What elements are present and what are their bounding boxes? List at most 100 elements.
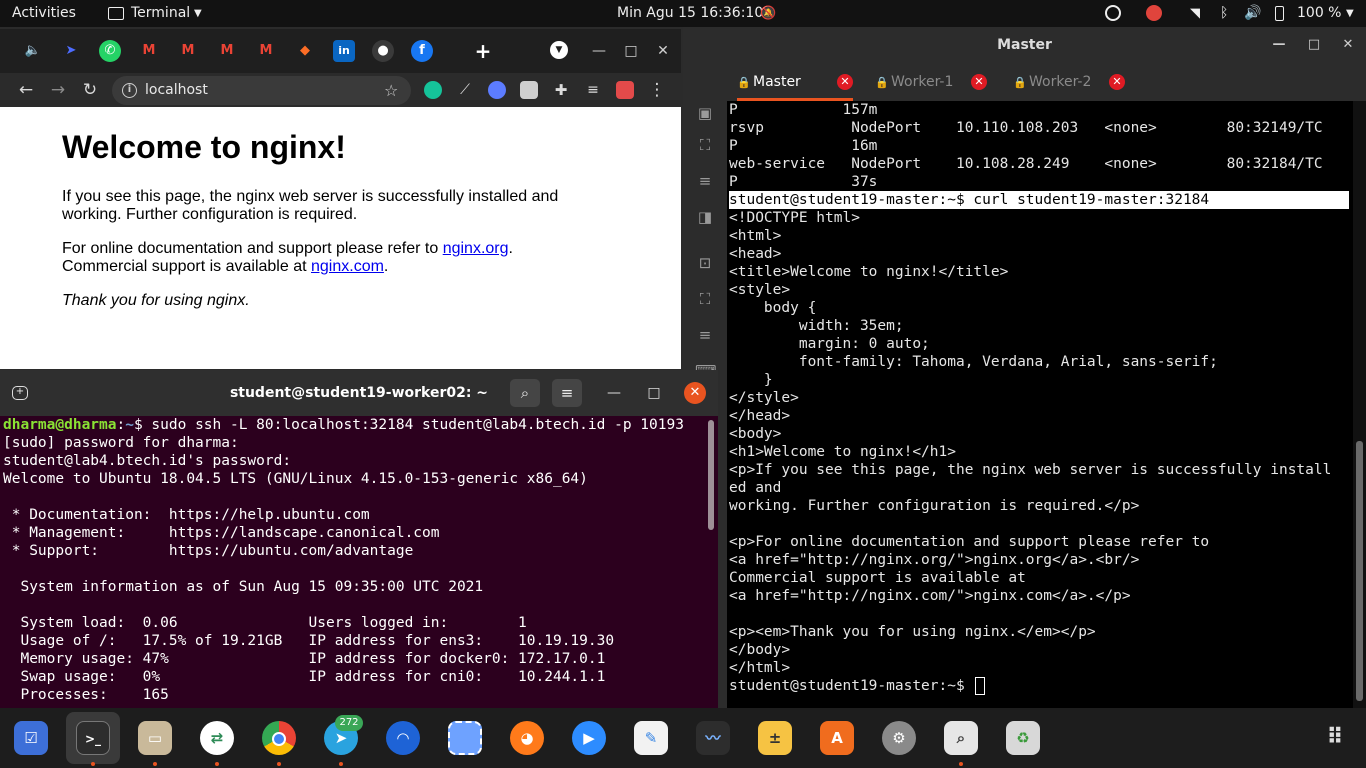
bluetooth-icon[interactable]: ᛒ: [1220, 0, 1228, 27]
gmail-tab-icon[interactable]: M: [138, 40, 160, 62]
close-button[interactable]: ✕: [652, 40, 674, 62]
menu-icon[interactable]: ≡: [695, 171, 715, 191]
sync-icon[interactable]: [1105, 5, 1121, 21]
bookmark-star-icon[interactable]: ☆: [384, 76, 398, 105]
extension-chart-icon[interactable]: ⟋: [456, 81, 474, 99]
close-tab-icon[interactable]: ✕: [837, 74, 853, 90]
scrollbar[interactable]: [1353, 101, 1366, 708]
wifi-icon[interactable]: ◥: [1190, 0, 1200, 27]
media-queue-icon[interactable]: ≡: [584, 81, 602, 99]
zoom-icon[interactable]: ▶: [572, 721, 606, 755]
running-indicator: [959, 762, 963, 766]
whatsapp-tab-icon[interactable]: ✆: [99, 40, 121, 62]
tab-search-icon[interactable]: ▼: [550, 41, 568, 59]
forward-icon[interactable]: →: [47, 79, 69, 101]
nginx-org-link[interactable]: nginx.org: [443, 240, 509, 257]
image-viewer-icon[interactable]: ⌕: [944, 721, 978, 755]
reload-icon[interactable]: ↻: [79, 79, 101, 101]
address-bar[interactable]: i localhost ☆: [112, 76, 411, 105]
firefox-icon[interactable]: ◕: [510, 721, 544, 755]
extensions-puzzle-icon[interactable]: ✚: [552, 81, 570, 99]
worker-terminal-output[interactable]: dharma@dharma:~$ sudo ssh -L 80:localhos…: [0, 416, 706, 708]
chrome-icon[interactable]: [262, 721, 296, 755]
volume-icon[interactable]: 🔊: [1244, 0, 1261, 27]
scrollbar-thumb[interactable]: [1356, 441, 1363, 701]
remote-icon[interactable]: ⇄: [200, 721, 234, 755]
settings-icon[interactable]: ⚙: [882, 721, 916, 755]
close-tab-icon[interactable]: ✕: [1109, 74, 1125, 90]
system-menu-chevron-icon[interactable]: ▼: [1346, 0, 1354, 27]
close-button[interactable]: ✕: [684, 382, 706, 404]
tab-worker-1[interactable]: 🔒 Worker-1 ✕: [875, 63, 991, 101]
terminal-line: <!DOCTYPE html>: [729, 210, 860, 226]
hamburger-menu-button[interactable]: ≡: [552, 379, 582, 407]
scrollbar-thumb[interactable]: [708, 420, 714, 530]
minimize-button[interactable]: —: [588, 40, 610, 62]
browser-icon[interactable]: ◠: [386, 721, 420, 755]
files-icon[interactable]: ▭: [138, 721, 172, 755]
web-page: Welcome to nginx! If you see this page, …: [4, 107, 679, 369]
close-tab-icon[interactable]: ✕: [971, 74, 987, 90]
gitlab-tab-icon[interactable]: ◆: [294, 40, 316, 62]
calculator-icon[interactable]: ±: [758, 721, 792, 755]
new-tab-icon[interactable]: +: [12, 386, 28, 400]
maximize-button[interactable]: □: [620, 40, 642, 62]
terminal-line: <body>: [729, 426, 782, 442]
split-icon[interactable]: ◨: [695, 207, 715, 227]
github-tab-icon[interactable]: ●: [372, 40, 394, 62]
prompt-path: ~: [125, 417, 134, 433]
search-button[interactable]: ⌕: [510, 379, 540, 407]
battery-percent[interactable]: 100 %: [1297, 0, 1341, 27]
tab-worker-2[interactable]: 🔒 Worker-2 ✕: [1013, 63, 1129, 101]
url-text[interactable]: localhost: [145, 76, 208, 105]
show-apps-icon[interactable]: ⠿: [1318, 721, 1352, 755]
trash-icon[interactable]: ♻: [1006, 721, 1040, 755]
system-monitor-icon[interactable]: 〰: [696, 721, 730, 755]
prompt-command: $ sudo ssh -L 80:localhost:32184 student…: [133, 417, 684, 433]
speaker-icon[interactable]: 🔈: [22, 40, 44, 62]
new-tab-button[interactable]: +: [472, 40, 494, 62]
app-menu[interactable]: Terminal: [131, 0, 190, 27]
tab-master[interactable]: 🔒 Master ✕: [737, 63, 853, 101]
linkedin-tab-icon[interactable]: in: [333, 40, 355, 62]
nginx-com-link[interactable]: nginx.com: [311, 258, 384, 275]
terminal-icon[interactable]: >_: [76, 721, 110, 755]
battery-icon[interactable]: [1275, 6, 1284, 21]
text-editor-icon[interactable]: ✎: [634, 721, 668, 755]
tasks-icon[interactable]: ☑: [14, 721, 48, 755]
chrome-menu-icon[interactable]: ⋮: [646, 79, 668, 101]
terminal-line: <p>For online documentation and support …: [729, 534, 1210, 550]
grammarly-icon[interactable]: [424, 81, 442, 99]
extension-red-icon[interactable]: [616, 81, 634, 99]
gmail-tab-icon[interactable]: M: [255, 40, 277, 62]
maximize-button[interactable]: □: [1304, 35, 1324, 55]
focus-icon[interactable]: ⊡: [695, 253, 715, 273]
info-icon[interactable]: i: [122, 83, 137, 98]
gmail-tab-icon[interactable]: M: [177, 40, 199, 62]
layout-icon[interactable]: ▣: [695, 103, 715, 123]
send-tab-icon[interactable]: ➤: [60, 40, 82, 62]
facebook-tab-icon[interactable]: f: [411, 40, 433, 62]
gmail-tab-icon[interactable]: M: [216, 40, 238, 62]
minimize-button[interactable]: —: [604, 383, 624, 403]
fullscreen-icon[interactable]: ⛶: [695, 135, 715, 155]
activities-button[interactable]: Activities: [12, 0, 76, 27]
extension-pointer-icon[interactable]: [488, 81, 506, 99]
extension-image-icon[interactable]: [520, 81, 538, 99]
master-terminal-output[interactable]: P 157m rsvp NodePort 10.110.108.203 <non…: [727, 101, 1351, 708]
paragraph-text: .: [508, 240, 513, 257]
zoom-icon[interactable]: ⛶: [695, 289, 715, 309]
maximize-button[interactable]: □: [644, 383, 664, 403]
app-indicator-icon[interactable]: [1146, 5, 1162, 21]
back-icon[interactable]: ←: [15, 79, 37, 101]
clock[interactable]: Min Agu 15 16:36:10: [617, 0, 763, 27]
software-center-icon[interactable]: A: [820, 721, 854, 755]
screenshot-icon[interactable]: [448, 721, 482, 755]
minimize-button[interactable]: —: [1269, 35, 1289, 55]
terminal-line: </body>: [729, 642, 791, 658]
running-indicator: [339, 762, 343, 766]
close-button[interactable]: ✕: [1338, 35, 1358, 55]
list-icon[interactable]: ≡: [695, 325, 715, 345]
lock-icon: 🔒: [1013, 76, 1027, 89]
notifications-muted-icon: 🔕: [760, 6, 777, 21]
